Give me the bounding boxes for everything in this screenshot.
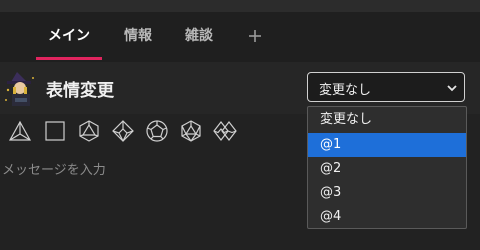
d4-icon[interactable] (9, 120, 31, 142)
expression-title: 表情変更 (46, 81, 114, 101)
top-strip (0, 0, 480, 12)
add-tab-button[interactable] (247, 12, 267, 62)
tab-info[interactable]: 情報 (124, 12, 152, 62)
dropdown-option[interactable]: 変更なし (308, 108, 466, 132)
tab-main[interactable]: メイン (36, 12, 102, 62)
expression-select[interactable]: 変更なし (307, 72, 465, 102)
dropdown-option[interactable]: @3 (308, 181, 466, 205)
d8-icon[interactable] (78, 120, 100, 142)
tab-bar: メイン 情報 雑談 (0, 12, 480, 62)
dropdown-option[interactable]: @4 (308, 205, 466, 229)
plus-icon (249, 30, 261, 42)
dropdown-option[interactable]: @2 (308, 157, 466, 181)
chevron-down-icon (447, 85, 457, 92)
expression-select-value: 変更なし (319, 83, 372, 98)
tab-chat[interactable]: 雑談 (185, 12, 213, 62)
message-input[interactable] (0, 150, 302, 190)
d12-icon[interactable] (146, 120, 168, 142)
dropdown-option-highlighted[interactable]: @1 (308, 133, 466, 157)
d10-icon[interactable] (112, 120, 134, 142)
d6-icon[interactable] (44, 120, 66, 142)
d20-icon[interactable] (180, 120, 202, 142)
d100-icon[interactable] (212, 120, 238, 142)
dice-toolbar (0, 114, 300, 150)
witch-avatar (5, 72, 34, 106)
expression-dropdown: 変更なし @1 @2 @3 @4 (307, 106, 467, 229)
